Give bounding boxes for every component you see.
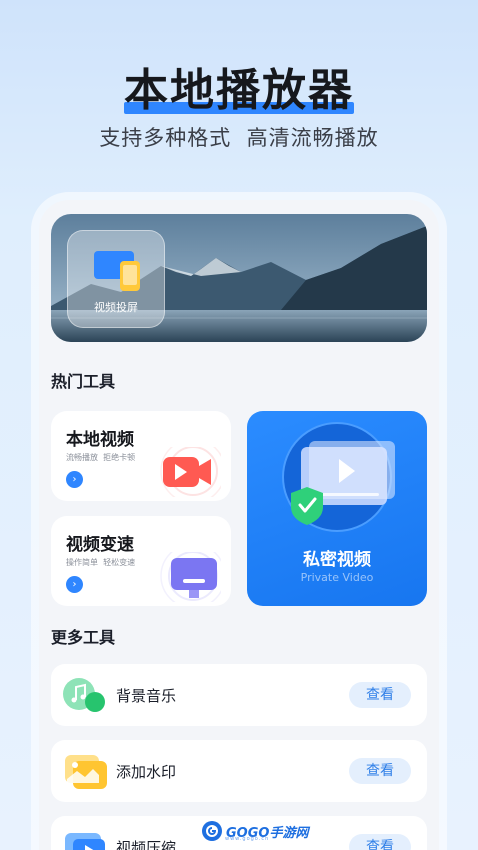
cast-banner[interactable]: 视频投屏 — [51, 214, 427, 342]
private-video-card[interactable]: 私密视频 Private Video — [247, 411, 427, 606]
list-item-label: 背景音乐 — [116, 687, 177, 705]
private-video-title: 私密视频 — [303, 550, 371, 570]
view-button[interactable]: 查看 — [349, 758, 411, 784]
local-video-desc: 流畅播放 拒绝卡顿 — [66, 453, 136, 462]
compress-video-icon — [65, 833, 105, 850]
hot-tools-title: 热门工具 — [51, 372, 116, 391]
speed-video-card[interactable]: 视频变速 操作简单 轻松变速 › — [51, 516, 231, 606]
watermark-url: www.gogo.cn — [225, 836, 270, 842]
hero-title-text: 本地播放器 — [124, 54, 354, 118]
arrow-right-icon[interactable]: › — [66, 576, 83, 593]
list-item-label: 视频压缩 — [116, 839, 177, 850]
site-watermark: GOGO手游网 www.gogo.cn — [201, 818, 308, 844]
local-video-card[interactable]: 本地视频 流畅播放 拒绝卡顿 › — [51, 411, 231, 501]
view-button[interactable]: 查看 — [349, 682, 411, 708]
app-screen: 视频投屏 热门工具 本地视频 流畅播放 拒绝卡顿 › 视频变速 操作简单 轻松变… — [39, 200, 439, 850]
monitor-icon — [160, 552, 221, 602]
private-video-subtitle: Private Video — [300, 571, 374, 584]
cast-tile[interactable]: 视频投屏 — [67, 230, 165, 328]
music-note-icon — [63, 678, 105, 712]
local-video-title: 本地视频 — [66, 430, 134, 450]
hero-title: 本地播放器 — [0, 54, 478, 118]
cast-label: 视频投屏 — [94, 301, 138, 314]
gogo-logo-icon — [202, 821, 222, 841]
speed-video-title: 视频变速 — [66, 535, 134, 555]
view-button[interactable]: 查看 — [349, 834, 411, 850]
speed-video-desc: 操作简单 轻松变速 — [66, 558, 136, 567]
private-video-icon — [282, 422, 395, 532]
list-item-label: 添加水印 — [116, 763, 177, 781]
screen-cast-icon — [94, 251, 140, 291]
hero-subtitle: 支持多种格式 高清流畅播放 — [99, 126, 379, 150]
list-item-background-music[interactable]: 背景音乐 查看 — [51, 664, 427, 726]
list-item-add-watermark[interactable]: 添加水印 查看 — [51, 740, 427, 802]
more-tools-title: 更多工具 — [51, 628, 116, 647]
phone-frame: 视频投屏 热门工具 本地视频 流畅播放 拒绝卡顿 › 视频变速 操作简单 轻松变… — [31, 192, 447, 850]
video-camera-icon — [160, 447, 221, 497]
image-icon — [65, 755, 107, 789]
arrow-right-icon[interactable]: › — [66, 471, 83, 488]
